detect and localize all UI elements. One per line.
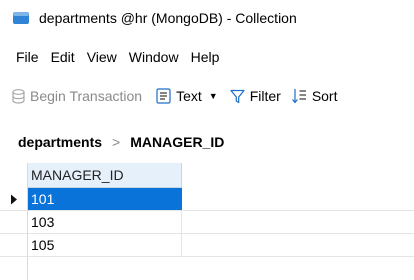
- row-indicator: [0, 211, 28, 233]
- menu-file[interactable]: File: [16, 49, 39, 65]
- menu-window[interactable]: Window: [129, 49, 179, 65]
- sort-label: Sort: [311, 88, 338, 104]
- text-view-button[interactable]: Text ▼: [156, 88, 218, 104]
- menu-help[interactable]: Help: [191, 49, 220, 65]
- text-view-label: Text: [176, 88, 202, 104]
- sort-button[interactable]: Sort: [291, 88, 338, 104]
- menu-bar: File Edit View Window Help: [0, 44, 414, 70]
- database-icon: [12, 88, 25, 104]
- filter-label: Filter: [249, 88, 281, 104]
- sort-icon: [291, 89, 306, 104]
- begin-transaction-button[interactable]: Begin Transaction: [12, 88, 142, 104]
- cell-manager-id[interactable]: 105: [28, 234, 182, 256]
- window-title: departments @hr (MongoDB) - Collection: [39, 10, 297, 26]
- title-bar: departments @hr (MongoDB) - Collection: [0, 0, 414, 36]
- table-row[interactable]: 103: [0, 211, 414, 234]
- data-grid: MANAGER_ID 101 103 105: [0, 163, 414, 257]
- menu-edit[interactable]: Edit: [51, 49, 75, 65]
- cell-manager-id[interactable]: 101: [28, 188, 182, 210]
- chevron-right-icon: >: [112, 134, 121, 150]
- begin-transaction-label: Begin Transaction: [30, 88, 143, 104]
- column-header-manager-id[interactable]: MANAGER_ID: [28, 163, 182, 188]
- breadcrumb-collection[interactable]: departments: [18, 134, 102, 150]
- toolbar: Begin Transaction Text ▼ Filter Sort: [0, 82, 414, 110]
- cell-manager-id[interactable]: 103: [28, 211, 182, 233]
- table-row[interactable]: 101: [0, 188, 414, 211]
- breadcrumb-field[interactable]: MANAGER_ID: [130, 134, 224, 150]
- table-row[interactable]: 105: [0, 234, 414, 257]
- filter-button[interactable]: Filter: [230, 88, 281, 104]
- filter-icon: [230, 89, 245, 103]
- menu-view[interactable]: View: [87, 49, 117, 65]
- collection-app-icon: [13, 12, 29, 24]
- chevron-down-icon[interactable]: ▼: [209, 91, 218, 101]
- row-indicator: [0, 234, 28, 256]
- breadcrumb: departments > MANAGER_ID: [18, 130, 224, 154]
- grid-header: MANAGER_ID: [0, 163, 414, 188]
- current-row-arrow-icon: [0, 188, 28, 210]
- text-document-icon: [156, 88, 171, 104]
